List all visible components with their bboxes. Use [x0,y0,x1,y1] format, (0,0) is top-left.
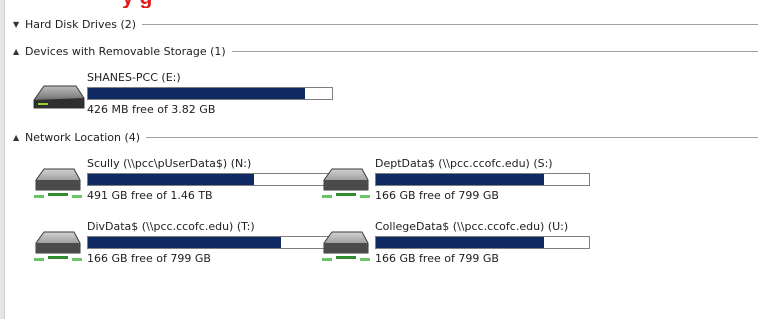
drive-free-space: 166 GB free of 799 GB [375,252,499,265]
network-drive-icon [34,231,82,261]
chevron-down-icon[interactable]: ▼ [13,20,23,29]
drive-usage-bar [375,236,590,249]
network-drive-icon [322,231,370,261]
group-label-network-location: Network Location (4) [25,130,141,144]
drive-usage-fill [88,88,306,99]
drive-free-space: 491 GB free of 1.46 TB [87,189,213,202]
chevron-up-icon[interactable]: ▲ [13,47,23,56]
network-drive-icon [322,168,370,198]
drive-usage-fill [88,174,254,185]
drive-usage-bar [87,236,333,249]
drive-usage-bar [375,173,590,186]
group-divider [231,50,758,52]
drive-usage-fill [376,174,545,185]
drive-name: SHANES-PCC (E:) [87,71,181,84]
drive-name: CollegeData$ (\\pcc.ccofc.edu) (U:) [375,220,569,233]
group-divider [142,23,758,25]
drive-usage-fill [88,237,281,248]
drive-name: DeptData$ (\\pcc.ccofc.edu) (S:) [375,157,553,170]
drive-usage-fill [376,237,545,248]
drive-usage-bar [87,87,333,100]
drive-free-space: 166 GB free of 799 GB [375,189,499,202]
group-header-removable-storage[interactable]: ▲ Devices with Removable Storage (1) [13,44,758,58]
group-divider [146,136,758,138]
drive-free-space: 426 MB free of 3.82 GB [87,103,216,116]
drive-free-space: 166 GB free of 799 GB [87,252,211,265]
window-left-border [0,0,5,319]
drive-name: DivData$ (\\pcc.ccofc.edu) (T:) [87,220,255,233]
network-drive-icon [34,168,82,198]
group-header-network-location[interactable]: ▲ Network Location (4) [13,130,758,144]
group-label-hard-disk-drives: Hard Disk Drives (2) [25,17,137,31]
drive-name: Scully (\\pcc\pUserData$) (N:) [87,157,252,170]
window-title-fragment: y g [0,0,758,8]
group-label-removable-storage: Devices with Removable Storage (1) [25,44,226,58]
chevron-up-icon[interactable]: ▲ [13,133,23,142]
group-header-hard-disk-drives[interactable]: ▼ Hard Disk Drives (2) [13,17,758,31]
drive-usage-bar [87,173,333,186]
removable-drive-icon [33,85,85,109]
